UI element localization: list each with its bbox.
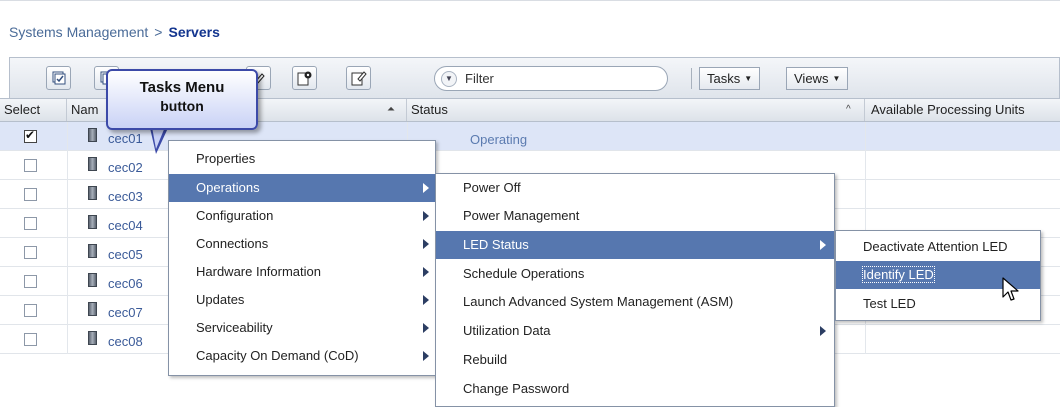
row-checkbox[interactable] xyxy=(24,246,37,259)
breadcrumb-separator: > xyxy=(154,24,163,40)
col-processing-units[interactable]: Available Processing Units xyxy=(865,99,1060,121)
menu-item-capacity-on-demand[interactable]: Capacity On Demand (CoD) xyxy=(169,342,435,370)
select-all-button[interactable] xyxy=(46,66,71,90)
row-checkbox[interactable] xyxy=(24,159,37,172)
menu-item-serviceability[interactable]: Serviceability xyxy=(169,314,435,342)
submenu-arrow-icon xyxy=(423,323,429,333)
breadcrumb-current: Servers xyxy=(168,24,220,40)
menu-item-power-off[interactable]: Power Off xyxy=(436,174,834,202)
menu-item-schedule-operations[interactable]: Schedule Operations xyxy=(436,260,834,288)
select-all-icon xyxy=(52,71,65,85)
tasks-menu-callout: Tasks Menu button xyxy=(106,69,258,130)
menu-item-operations[interactable]: Operations xyxy=(169,174,435,202)
filter-input[interactable]: ▼ Filter xyxy=(434,66,668,91)
menu-item-updates[interactable]: Updates xyxy=(169,286,435,314)
row-checkbox[interactable] xyxy=(24,275,37,288)
menu-item-change-password[interactable]: Change Password xyxy=(436,375,834,403)
server-name[interactable]: cec02 xyxy=(108,160,143,175)
tasks-label: Tasks xyxy=(707,71,741,86)
toolbar-divider xyxy=(691,68,692,89)
sort-ascending-icon[interactable]: ⏶ xyxy=(387,99,395,121)
top-border xyxy=(0,0,1060,1)
server-name[interactable]: cec08 xyxy=(108,334,143,349)
server-name[interactable]: cec01 xyxy=(108,131,143,146)
submenu-arrow-icon xyxy=(423,183,429,193)
row-checkbox[interactable] xyxy=(24,333,37,346)
col-select[interactable]: Select xyxy=(0,99,67,121)
menu-item-deactivate-attention-led[interactable]: Deactivate Attention LED xyxy=(836,233,1040,261)
server-name[interactable]: cec06 xyxy=(108,276,143,291)
menu-item-hardware-information[interactable]: Hardware Information xyxy=(169,258,435,286)
menu-item-properties[interactable]: Properties xyxy=(169,145,435,173)
chevron-down-icon: ▼ xyxy=(744,74,753,83)
status-text: Operating xyxy=(470,132,528,147)
row-checkbox[interactable] xyxy=(24,304,37,317)
server-name[interactable]: cec07 xyxy=(108,305,143,320)
row-checkbox[interactable] xyxy=(24,128,37,143)
breadcrumb: Systems Management > Servers xyxy=(9,24,220,40)
tasks-button[interactable]: Tasks ▼ xyxy=(699,67,761,90)
server-icon xyxy=(88,186,97,200)
filter-dropdown-icon[interactable]: ▼ xyxy=(441,70,457,87)
menu-item-rebuild[interactable]: Rebuild xyxy=(436,346,834,374)
views-label: Views xyxy=(794,71,829,86)
col-name-label: Nam xyxy=(71,102,99,117)
row-checkbox[interactable] xyxy=(24,188,37,201)
mouse-cursor-icon xyxy=(1002,277,1019,301)
col-procunits-label: Available Processing Units xyxy=(871,102,1025,117)
server-icon xyxy=(88,331,97,345)
gear-page-icon xyxy=(297,71,311,86)
callout-line2: button xyxy=(160,98,204,114)
menu-item-configuration[interactable]: Configuration xyxy=(169,202,435,230)
col-status-label: Status xyxy=(411,102,448,117)
menu-item-connections[interactable]: Connections xyxy=(169,230,435,258)
tasks-menu: Properties Operations Configuration Conn… xyxy=(168,140,436,376)
operations-submenu: Power Off Power Management LED Status Sc… xyxy=(435,173,835,407)
server-icon xyxy=(88,302,97,316)
row-checkbox[interactable] xyxy=(24,217,37,230)
server-name[interactable]: cec05 xyxy=(108,247,143,262)
menu-item-led-status[interactable]: LED Status xyxy=(436,231,834,259)
callout-line1: Tasks Menu xyxy=(139,79,225,96)
breadcrumb-parent[interactable]: Systems Management xyxy=(9,24,148,40)
submenu-arrow-icon xyxy=(820,240,826,250)
server-name[interactable]: cec03 xyxy=(108,189,143,204)
filter-placeholder: Filter xyxy=(465,71,494,86)
menu-item-power-management[interactable]: Power Management xyxy=(436,202,834,230)
edit-sort-button[interactable] xyxy=(346,66,371,90)
server-name[interactable]: cec04 xyxy=(108,218,143,233)
menu-item-utilization-data[interactable]: Utilization Data xyxy=(436,317,834,345)
col-select-label: Select xyxy=(4,102,41,117)
submenu-arrow-icon xyxy=(423,351,429,361)
server-icon xyxy=(88,273,97,287)
menu-item-launch-asm[interactable]: Launch Advanced System Management (ASM) xyxy=(436,288,834,316)
submenu-arrow-icon xyxy=(423,211,429,221)
submenu-arrow-icon xyxy=(820,326,826,336)
submenu-arrow-icon xyxy=(423,295,429,305)
server-icon xyxy=(88,157,97,171)
submenu-arrow-icon xyxy=(423,239,429,249)
page-pencil-icon xyxy=(351,71,367,86)
chevron-down-icon: ▼ xyxy=(832,74,841,83)
submenu-arrow-icon xyxy=(423,267,429,277)
server-icon xyxy=(88,128,97,142)
server-icon xyxy=(88,215,97,229)
configure-columns-button[interactable] xyxy=(292,66,317,90)
col-status[interactable]: Status xyxy=(407,99,865,121)
server-icon xyxy=(88,244,97,258)
sort-caret-icon[interactable]: ^ xyxy=(846,99,851,121)
views-button[interactable]: Views ▼ xyxy=(786,67,849,90)
led-status-submenu: Deactivate Attention LED Identify LED Te… xyxy=(835,230,1041,321)
